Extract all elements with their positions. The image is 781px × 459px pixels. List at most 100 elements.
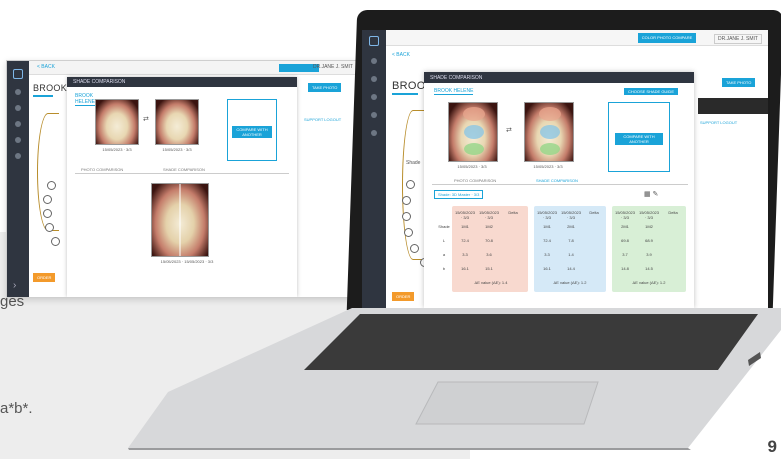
swap-icon[interactable]: ⇄ — [506, 126, 512, 134]
back-link[interactable]: < BACK — [37, 64, 55, 70]
title-underline — [33, 95, 53, 97]
shade-zone-marker — [539, 107, 561, 121]
side-navigation: › — [7, 61, 29, 297]
nav-settings-icon[interactable] — [371, 112, 377, 118]
table-cell: 15.1 — [485, 266, 493, 271]
tooth-circle[interactable] — [51, 237, 60, 246]
support-logout-links[interactable]: SUPPORT LOGOUT — [700, 120, 737, 125]
table-header: Delta — [589, 210, 599, 215]
tooth-circle[interactable] — [47, 181, 56, 190]
shade-zone-marker — [540, 125, 560, 139]
document-text-fragment: a*b*. — [0, 400, 33, 417]
table-cell: 3.6 — [486, 252, 492, 257]
tooth-circle[interactable] — [406, 180, 415, 189]
delta-e-value: ΔE value (ΔE): 1.4 — [474, 280, 508, 285]
table-cell: 1M2 — [485, 224, 493, 229]
tooth-circle[interactable] — [45, 223, 54, 232]
nav-help-icon[interactable] — [371, 130, 377, 136]
choose-shade-guide-button[interactable]: CHOOSE SHADE GUIDE — [624, 88, 678, 95]
nav-patients-icon[interactable] — [15, 89, 21, 95]
tabs-divider — [75, 173, 289, 174]
table-header: 15/05/2023 · 3/3 — [614, 210, 636, 220]
app-logo-icon — [13, 69, 23, 79]
table-header: 15/05/2023 · 3/3 — [638, 210, 660, 220]
table-cell: 14.5 — [645, 266, 653, 271]
take-photo-button[interactable]: TAKE PHOTO — [722, 78, 756, 87]
nav-settings-icon[interactable] — [15, 137, 21, 143]
table-cell: 3.9 — [646, 252, 652, 257]
table-cell: 69.8 — [621, 238, 629, 243]
table-header: 15/05/2023 · 3/3 — [454, 210, 476, 220]
user-menu[interactable]: DR.JANE J. SMIT — [713, 34, 762, 44]
tab-shade-comparison[interactable]: SHADE COMPARISON — [536, 178, 578, 183]
shade-comparison-modal: SHADE COMPARISON BROOK HELENE 15/05/2023… — [67, 77, 297, 297]
tooth-circle[interactable] — [43, 209, 52, 218]
support-logout-links[interactable]: SUPPORT LOGOUT — [304, 117, 341, 122]
compare-placeholder: COMPARE WITH ANOTHER — [608, 102, 670, 172]
split-tooth-photo[interactable] — [151, 183, 209, 257]
tooth-circle[interactable] — [402, 212, 411, 221]
keyboard — [304, 314, 758, 370]
table-header: 15/05/2023 · 3/3 — [560, 210, 582, 220]
tooth-circle[interactable] — [410, 244, 419, 253]
modal-patient-name: BROOK HELENE — [434, 88, 474, 95]
shade-zone-marker — [464, 143, 484, 155]
tabs-divider — [432, 184, 688, 185]
modal-title: SHADE COMPARISON — [424, 72, 694, 83]
trackpad[interactable] — [415, 381, 599, 425]
photo-caption: 15/05/2023 · 3/3 — [162, 147, 192, 152]
table-cell: 2M1 — [567, 224, 575, 229]
tab-shade-comparison[interactable]: SHADE COMPARISON — [163, 167, 205, 172]
tooth-photo[interactable] — [155, 99, 199, 145]
tooth-photo[interactable] — [95, 99, 139, 145]
table-cell: 3.7 — [622, 252, 628, 257]
tooth-photo[interactable] — [448, 102, 498, 162]
back-link[interactable]: < BACK — [392, 52, 410, 58]
table-cell: L — [442, 238, 446, 243]
table-cell: a — [442, 252, 446, 257]
table-cell: 70.8 — [485, 238, 493, 243]
table-header: Delta — [508, 210, 518, 215]
collapse-arrow-icon[interactable]: › — [13, 280, 16, 291]
photo-caption: 15/05/2023 · 3/3 — [533, 164, 563, 169]
shade-zone-marker — [463, 107, 485, 121]
shade-zone-marker — [540, 143, 560, 155]
tooth-circle[interactable] — [404, 228, 413, 237]
shade-guide-select[interactable]: Shade: 3D Master · 3/3 — [434, 190, 484, 199]
delta-e-value: ΔE value (ΔE): 1.2 — [553, 280, 587, 285]
nav-help-icon[interactable] — [15, 153, 21, 159]
laptop-edge — [128, 448, 691, 450]
table-cell: b — [442, 266, 446, 271]
nav-compare-icon[interactable] — [371, 94, 377, 100]
table-cell: Shade — [438, 224, 450, 229]
photo-caption: 15/05/2023 · 3/3 — [102, 147, 132, 152]
scene: ges a*b*. 9 › < BACK DR.JANE J. SMIT BRO… — [0, 0, 781, 459]
table-cell: 14.4 — [567, 266, 575, 271]
nav-photos-icon[interactable] — [15, 105, 21, 111]
tooth-circle[interactable] — [402, 196, 411, 205]
tooth-photo[interactable] — [524, 102, 574, 162]
tooth-circle[interactable] — [43, 195, 52, 204]
order-button[interactable]: ORDER — [33, 273, 56, 282]
shade-comparison-modal: SHADE COMPARISON BROOK HELENE CHOOSE SHA… — [424, 72, 694, 308]
top-bar: < BACK DR.JANE J. SMIT — [29, 61, 357, 75]
swap-icon[interactable]: ⇄ — [143, 115, 149, 123]
compare-placeholder: COMPARE WITH ANOTHER — [227, 99, 277, 161]
take-photo-button[interactable]: TAKE PHOTO — [308, 83, 342, 92]
tab-photo-comparison[interactable]: PHOTO COMPARISON — [454, 178, 496, 183]
table-cell: 14.8 — [621, 266, 629, 271]
table-cell: 1M1 — [543, 224, 551, 229]
laptop-screen: COLOR PHOTO COMPARE DR.JANE J. SMIT < BA… — [362, 30, 768, 308]
tab-photo-comparison[interactable]: PHOTO COMPARISON — [81, 167, 123, 172]
export-icons[interactable]: ▦ ✎ — [644, 190, 658, 198]
nav-compare-icon[interactable] — [15, 121, 21, 127]
table-header: Delta — [668, 210, 678, 215]
table-header: 15/05/2023 · 3/3 — [478, 210, 500, 220]
nav-photos-icon[interactable] — [371, 76, 377, 82]
app-logo-icon — [369, 36, 379, 46]
compare-with-another-button[interactable]: COMPARE WITH ANOTHER — [232, 126, 272, 138]
user-menu[interactable]: DR.JANE J. SMIT — [313, 64, 353, 70]
compare-with-another-button[interactable]: COMPARE WITH ANOTHER — [615, 133, 663, 145]
color-photo-compare-button[interactable]: COLOR PHOTO COMPARE — [638, 33, 696, 43]
nav-patients-icon[interactable] — [371, 58, 377, 64]
